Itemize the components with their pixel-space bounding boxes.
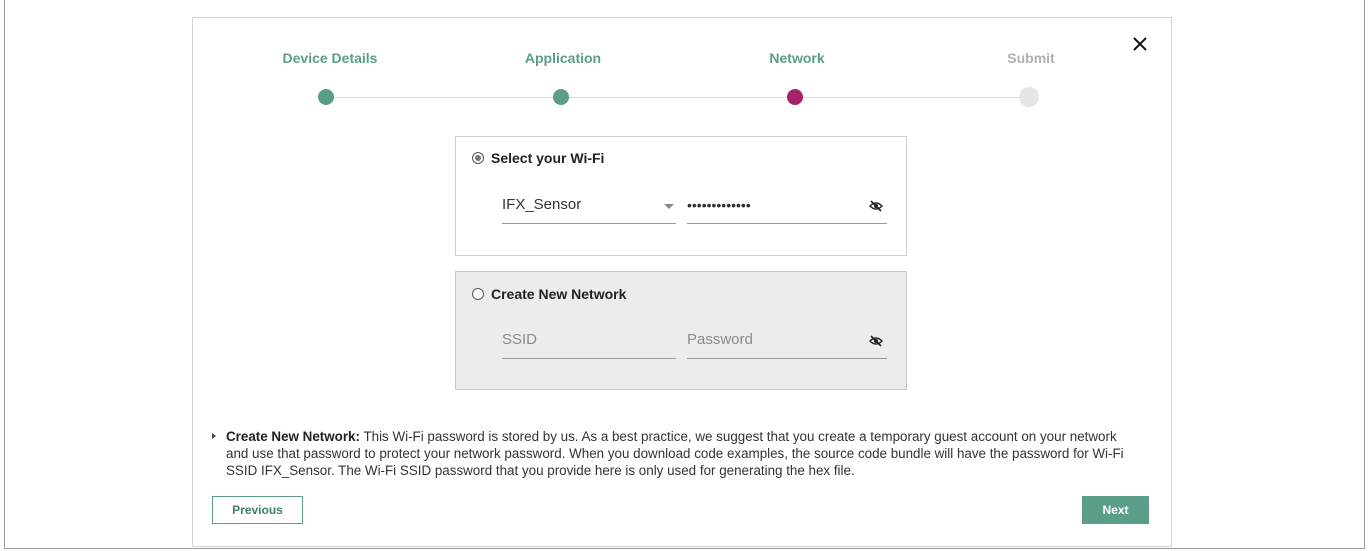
next-button[interactable]: Next	[1082, 496, 1149, 524]
network-info-note: Create New Network: This Wi-Fi password …	[212, 428, 1142, 479]
chevron-down-icon[interactable]	[664, 204, 674, 209]
select-wifi-panel: Select your Wi-Fi IFX_Sensor •••••••••••…	[455, 136, 907, 256]
wifi-ssid-value: IFX_Sensor	[502, 196, 582, 213]
ssid-input[interactable]: SSID	[502, 329, 676, 359]
step-dot-device-details[interactable]	[318, 89, 334, 105]
eye-slash-icon[interactable]	[869, 334, 883, 353]
info-label: Create New Network:	[226, 429, 360, 444]
bullet-icon	[212, 433, 216, 439]
info-text: This Wi-Fi password is stored by us. As …	[226, 429, 1124, 478]
new-password-input[interactable]: Password	[687, 329, 887, 359]
step-dot-application[interactable]	[553, 89, 569, 105]
stepper-track	[325, 97, 1030, 98]
create-network-title: Create New Network	[491, 286, 627, 302]
previous-button[interactable]: Previous	[212, 496, 303, 524]
ssid-placeholder: SSID	[502, 331, 538, 348]
password-placeholder: Password	[687, 331, 753, 348]
step-label-device-details[interactable]: Device Details	[283, 50, 378, 66]
create-network-panel: Create New Network SSID Password	[455, 271, 907, 390]
select-wifi-title: Select your Wi-Fi	[491, 150, 605, 166]
wifi-password-field[interactable]: •••••••••••••	[687, 194, 887, 224]
step-label-submit: Submit	[1007, 50, 1055, 66]
step-label-application[interactable]: Application	[525, 50, 601, 66]
step-dot-submit	[1019, 87, 1039, 107]
step-label-network: Network	[769, 50, 825, 66]
step-dot-network	[787, 89, 803, 105]
close-button[interactable]	[1130, 34, 1152, 56]
select-wifi-radio[interactable]	[472, 152, 484, 164]
create-network-radio[interactable]	[472, 288, 484, 300]
wifi-password-value: •••••••••••••	[687, 197, 751, 213]
eye-slash-icon[interactable]	[869, 199, 883, 218]
close-icon	[1133, 37, 1147, 51]
wifi-ssid-select[interactable]: IFX_Sensor	[502, 194, 676, 224]
